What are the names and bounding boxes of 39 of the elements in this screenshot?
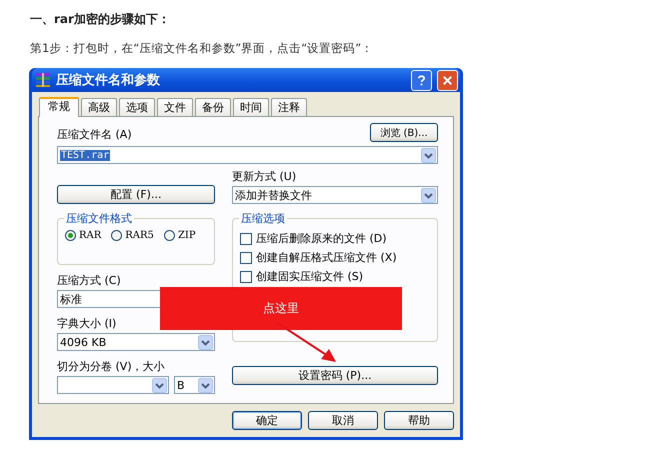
click-here-tooltip: 点这里 <box>160 287 402 330</box>
unit-dropdown[interactable]: B <box>174 376 215 394</box>
field-label: 切分为分卷 (V)，大小 <box>57 359 166 374</box>
field-label: 更新方式 (U) <box>232 169 298 184</box>
tab[interactable]: 注释 <box>271 98 307 116</box>
field-label: 字典大小 (I) <box>57 316 118 331</box>
checkbox-option[interactable]: 创建固实压缩文件 (S) <box>240 269 364 284</box>
close-button[interactable] <box>437 70 458 90</box>
dialog-button[interactable]: 帮助 <box>384 411 454 430</box>
group-title: 压缩选项 <box>239 211 287 226</box>
help-button[interactable] <box>411 70 432 90</box>
books-icon <box>35 72 51 88</box>
checkbox-option[interactable]: 创建自解压格式压缩文件 (X) <box>240 250 397 265</box>
group-title: 压缩文件格式 <box>64 211 134 226</box>
tab[interactable]: 备份 <box>195 98 231 116</box>
checkbox-option[interactable]: 压缩后删除原来的文件 (D) <box>240 231 387 246</box>
radio-option[interactable]: RAR <box>65 230 102 241</box>
instruction-text: 第1步：打包时，在“压缩文件名和参数”界面，点击“设置密码”： <box>30 41 374 57</box>
section-heading: 一、rar加密的步骤如下： <box>30 11 171 27</box>
tab[interactable]: 常规 <box>39 97 79 117</box>
dialog-button[interactable]: 确定 <box>232 411 302 430</box>
tab[interactable]: 文件 <box>157 98 193 116</box>
radio-option[interactable]: RAR5 <box>111 230 154 241</box>
field-label: 压缩方式 (C) <box>57 273 122 288</box>
field-label: 压缩文件名 (A) <box>57 127 132 142</box>
tab[interactable]: 选项 <box>119 98 155 116</box>
pointer-arrow <box>275 321 336 362</box>
dialog-button[interactable]: 取消 <box>308 411 378 430</box>
radio-option[interactable]: ZIP <box>164 230 196 241</box>
split-size-dropdown[interactable] <box>57 376 169 394</box>
browse-button[interactable]: 浏览 (B)... <box>370 123 438 142</box>
profiles-button[interactable]: 配置 (F)... <box>57 185 215 204</box>
set-password-button[interactable]: 设置密码 (P)... <box>232 366 438 385</box>
tab[interactable]: 高级 <box>81 98 117 116</box>
tab[interactable]: 时间 <box>233 98 269 116</box>
archive-name-field[interactable]: TEST.rar <box>57 146 438 164</box>
window-title: 压缩文件名和参数 <box>56 72 161 89</box>
update-mode-dropdown[interactable]: 添加并替换文件 <box>232 186 438 204</box>
dictionary-size-dropdown[interactable]: 4096 KB <box>57 333 215 351</box>
